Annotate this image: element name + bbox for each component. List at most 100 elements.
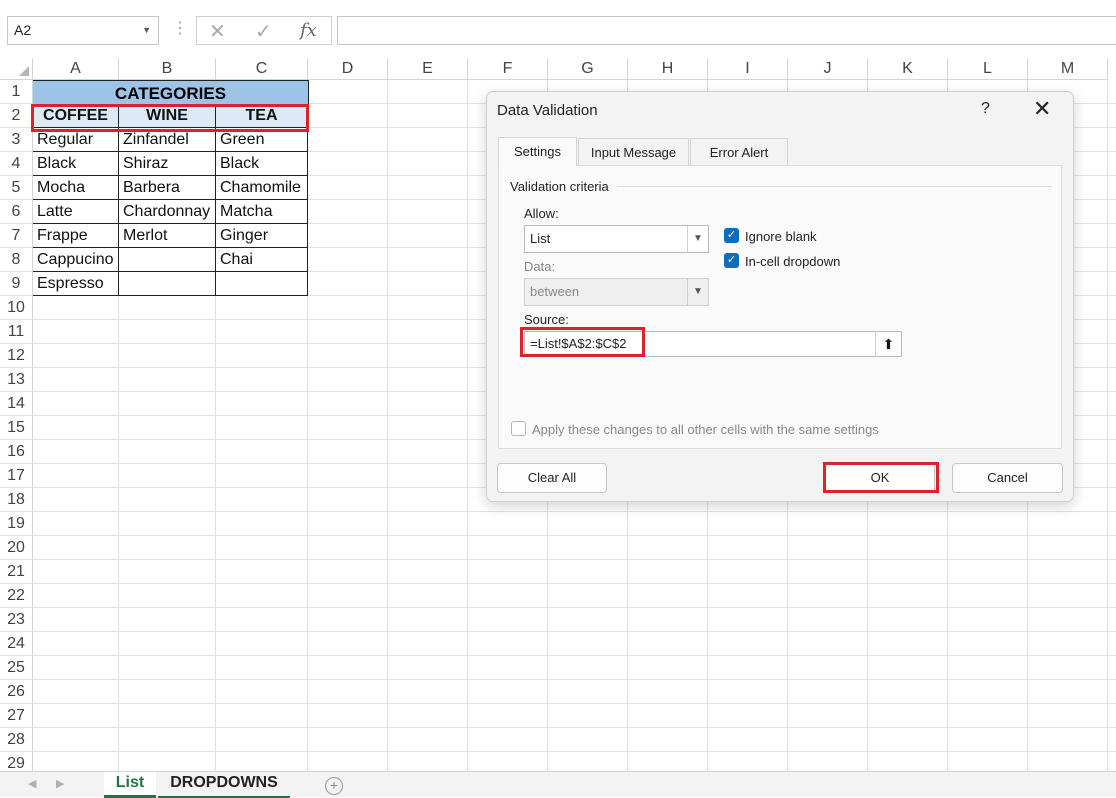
table-cell[interactable]: Black [33,152,119,176]
confirm-entry-icon[interactable]: ✓ [255,19,272,44]
source-highlight [520,327,645,357]
row-header[interactable]: 29 [0,752,33,771]
ignore-blank-checkbox[interactable]: ✓ [724,228,739,243]
row-header[interactable]: 4 [0,152,33,176]
in-cell-dropdown-checkbox[interactable]: ✓ [724,253,739,268]
table-cell[interactable]: Chamomile [216,176,308,200]
column-header[interactable]: G [548,58,628,80]
gridline [1107,80,1108,771]
column-header[interactable]: E [388,58,468,80]
column-header[interactable]: B [119,58,216,80]
scroll-right-icon[interactable]: ▶ [56,777,64,790]
gridline [33,751,1116,752]
allow-select[interactable]: List ▼ [524,225,709,253]
column-header[interactable]: M [1028,58,1108,80]
row-header[interactable]: 10 [0,296,33,320]
gridline [33,727,1116,728]
table-cell[interactable] [119,248,216,272]
row-header[interactable]: 19 [0,512,33,536]
gridline [387,80,388,771]
row-header[interactable]: 7 [0,224,33,248]
column-header[interactable]: L [948,58,1028,80]
column-header[interactable]: J [788,58,868,80]
chevron-down-icon[interactable]: ▼ [142,17,151,44]
validation-criteria-label: Validation criteria [510,179,609,194]
row-header[interactable]: 8 [0,248,33,272]
row-header[interactable]: 5 [0,176,33,200]
categories-header-cell[interactable]: CATEGORIES [33,80,309,105]
table-cell[interactable]: Espresso [33,272,119,296]
gridline [33,679,1116,680]
row-header[interactable]: 25 [0,656,33,680]
row-header[interactable]: 21 [0,560,33,584]
table-cell[interactable]: Black [216,152,308,176]
sheet-tab-dropdowns[interactable]: DROPDOWNS [158,772,290,798]
table-cell[interactable]: Latte [33,200,119,224]
source-label: Source: [524,312,569,327]
tab-input-message[interactable]: Input Message [578,138,689,165]
table-cell[interactable]: Matcha [216,200,308,224]
close-icon[interactable]: ✕ [1033,96,1051,122]
column-header[interactable]: F [468,58,548,80]
cancel-entry-icon[interactable]: ✕ [209,19,226,44]
ignore-blank-label[interactable]: Ignore blank [745,229,817,244]
row-header[interactable]: 17 [0,464,33,488]
row-header[interactable]: 14 [0,392,33,416]
insert-function-icon[interactable]: fx [300,20,317,41]
gridline [33,703,1116,704]
ok-highlight [823,462,939,493]
tab-error-alert[interactable]: Error Alert [690,138,788,165]
clear-all-button[interactable]: Clear All [497,463,607,493]
add-sheet-icon[interactable]: + [325,777,343,795]
table-cell[interactable]: Cappucino [33,248,119,272]
table-cell[interactable]: Chardonnay [119,200,216,224]
formula-input[interactable] [337,16,1116,45]
row-header[interactable]: 11 [0,320,33,344]
row-header[interactable]: 13 [0,368,33,392]
table-cell[interactable] [216,272,308,296]
row-header[interactable]: 20 [0,536,33,560]
table-cell[interactable]: Merlot [119,224,216,248]
table-cell[interactable]: Mocha [33,176,119,200]
row-header[interactable]: 12 [0,344,33,368]
in-cell-dropdown-label[interactable]: In-cell dropdown [745,254,840,269]
table-cell[interactable]: Ginger [216,224,308,248]
row-header[interactable]: 26 [0,680,33,704]
table-cell[interactable]: Shiraz [119,152,216,176]
table-cell[interactable] [119,272,216,296]
collapse-range-icon[interactable]: ⬆ [875,332,901,356]
column-header[interactable]: D [308,58,388,80]
row-header[interactable]: 2 [0,104,33,128]
table-cell[interactable]: Barbera [119,176,216,200]
column-header[interactable]: I [708,58,788,80]
column-header[interactable]: C [216,58,308,80]
cancel-button[interactable]: Cancel [952,463,1063,493]
row-header[interactable]: 27 [0,704,33,728]
scroll-left-icon[interactable]: ◀ [28,777,36,790]
row-header[interactable]: 16 [0,440,33,464]
row-header[interactable]: 15 [0,416,33,440]
row-header[interactable]: 3 [0,128,33,152]
help-icon[interactable]: ? [981,100,990,118]
column-header[interactable]: H [628,58,708,80]
row-header[interactable]: 6 [0,200,33,224]
row-header[interactable]: 24 [0,632,33,656]
row-header[interactable]: 28 [0,728,33,752]
table-cell[interactable]: Chai [216,248,308,272]
row-header[interactable]: 9 [0,272,33,296]
table-cell[interactable]: Frappe [33,224,119,248]
row-header[interactable]: 22 [0,584,33,608]
row-header[interactable]: 23 [0,608,33,632]
gridline [33,607,1116,608]
select-all-corner[interactable] [0,58,33,80]
chevron-down-icon[interactable]: ▼ [687,226,708,252]
tab-settings[interactable]: Settings [498,137,577,166]
row-header[interactable]: 1 [0,80,33,104]
allow-label: Allow: [524,206,559,221]
sheet-tab-list[interactable]: List [104,772,156,798]
column-header[interactable]: K [868,58,948,80]
column-header[interactable]: A [33,58,119,80]
name-box-value: A2 [14,22,32,38]
row-header[interactable]: 18 [0,488,33,512]
name-box[interactable]: A2 ▼ [7,16,159,45]
